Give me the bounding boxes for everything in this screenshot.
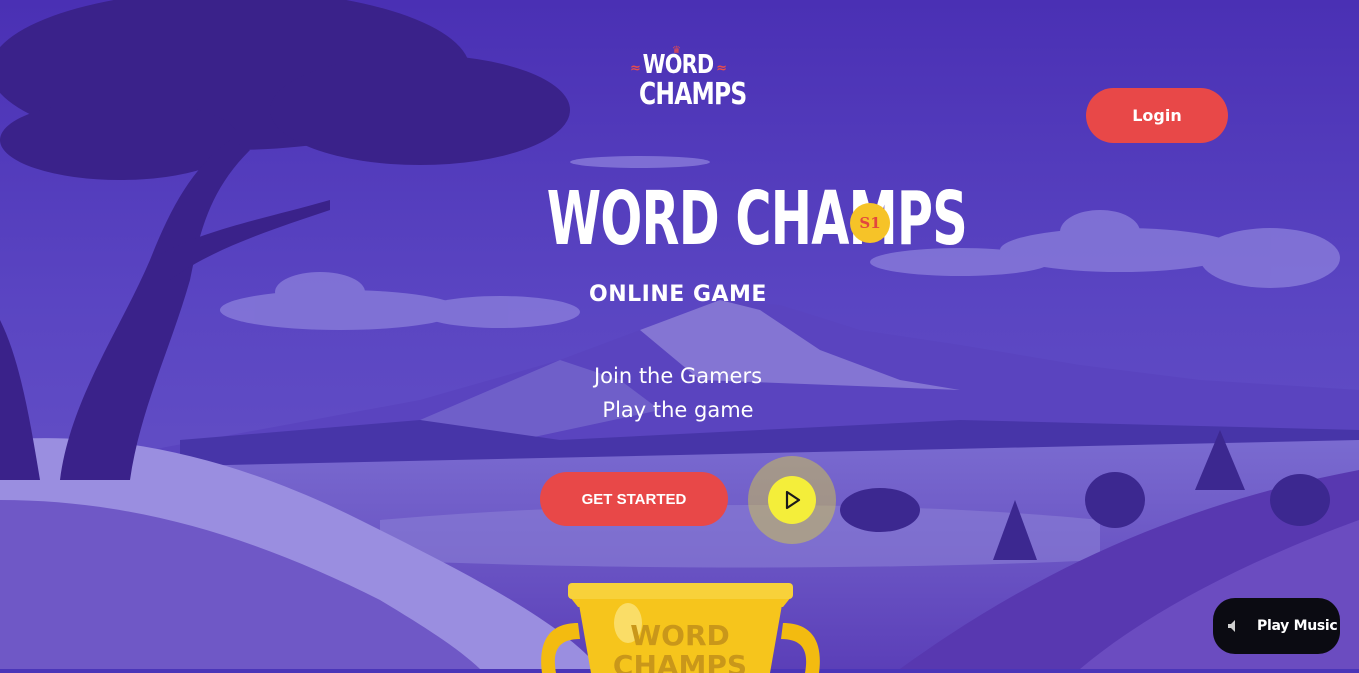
speaker-icon bbox=[1228, 620, 1235, 632]
season-badge: S1 bbox=[850, 203, 890, 243]
play-icon bbox=[785, 490, 801, 510]
tagline-play: Play the game bbox=[602, 398, 754, 422]
get-started-button[interactable]: GET STARTED bbox=[540, 472, 728, 526]
logo-word: WORD bbox=[642, 50, 715, 80]
play-music-label: Play Music bbox=[1257, 618, 1338, 634]
trophy-logo-word: WORD bbox=[630, 619, 730, 652]
logo-champs: CHAMPS bbox=[639, 77, 747, 112]
hero-subtitle: ONLINE GAME bbox=[589, 282, 767, 307]
login-button[interactable]: Login bbox=[1086, 88, 1228, 143]
trophy-image: WORD CHAMPS bbox=[541, 583, 820, 673]
site-logo[interactable]: ♛ ≈ ≈ WORD CHAMPS bbox=[628, 46, 747, 122]
tagline-join: Join the Gamers bbox=[593, 364, 763, 388]
hero-title: WORD CHAMPS bbox=[546, 176, 968, 262]
play-video-halo bbox=[748, 456, 836, 544]
play-video-button[interactable] bbox=[768, 476, 816, 524]
play-music-button[interactable]: Play Music bbox=[1213, 598, 1340, 654]
trophy-logo-champs: CHAMPS bbox=[613, 649, 747, 673]
